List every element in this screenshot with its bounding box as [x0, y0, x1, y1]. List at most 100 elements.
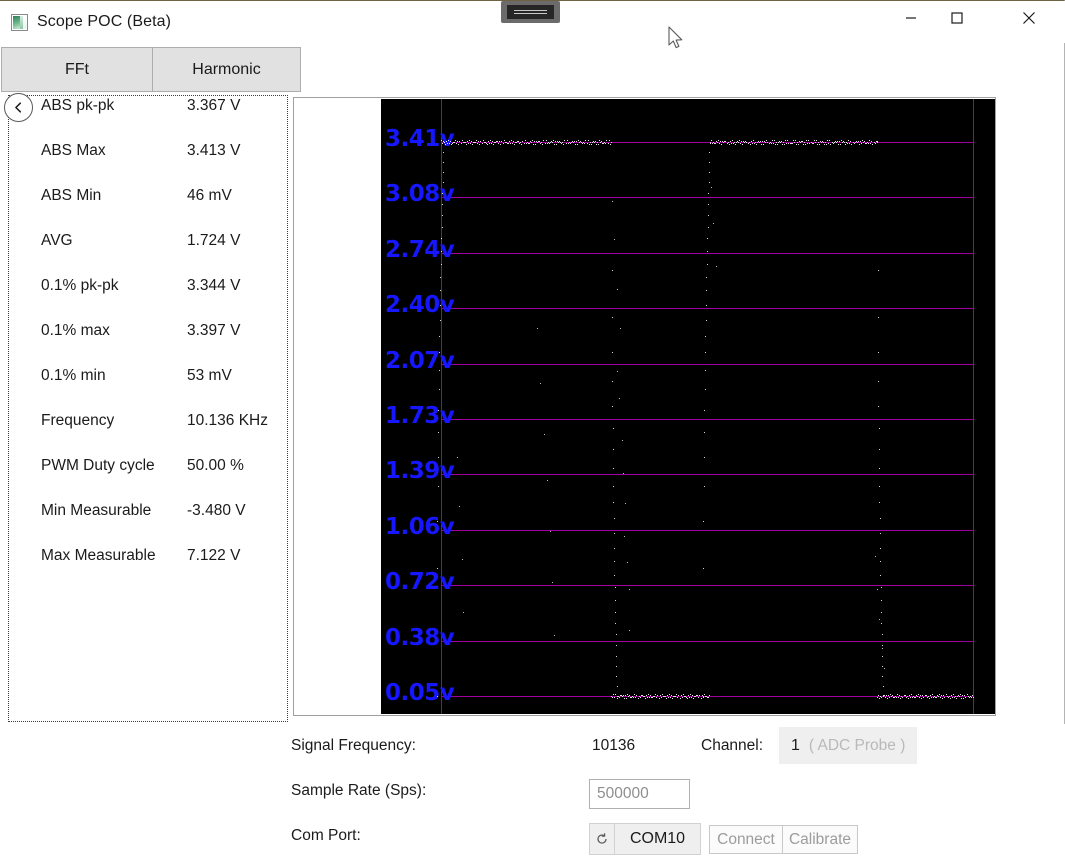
chart-sample-point	[720, 141, 722, 143]
chart-sample-point	[634, 694, 636, 695]
window-title: Scope POC (Beta)	[37, 13, 172, 30]
chart-sample-point	[514, 144, 515, 146]
chart-sample-point	[677, 696, 679, 698]
chart-sample-point	[697, 694, 699, 696]
chart-sample-point	[468, 139, 470, 141]
oscilloscope-canvas[interactable]: 3.41v 3.08v 2.74v 2.40v 2.07v 1.73v 1.39v 1.06v…	[381, 99, 995, 714]
chart-sample-point	[735, 142, 737, 144]
measurement-label: AVG	[41, 232, 73, 249]
com-port-select[interactable]: COM10	[615, 823, 701, 855]
chart-sample-point	[621, 440, 623, 442]
tab-fft[interactable]: FFt	[1, 47, 153, 92]
chart-sample-point	[813, 140, 815, 142]
chart-sample-point	[578, 140, 580, 142]
chart-sample-point	[732, 143, 734, 144]
chart-sample-point	[447, 139, 449, 141]
chart-sample-point	[704, 409, 706, 411]
chart-sample-point	[804, 141, 806, 143]
chart-sample-point	[707, 250, 708, 252]
chart-sample-point	[749, 143, 751, 145]
chart-sample-point	[874, 555, 876, 557]
chart-sample-point	[497, 140, 499, 142]
chart-sample-point	[803, 143, 805, 145]
chart-sample-point	[802, 141, 804, 143]
chart-sample-point	[784, 144, 786, 145]
chart-sample-point	[619, 328, 621, 330]
chart-sample-point	[718, 139, 720, 141]
chart-sample-point	[879, 533, 881, 535]
chart-sample-point	[501, 140, 503, 142]
chart-sample-point	[480, 141, 482, 143]
table-row: AVG 1.724 V	[41, 232, 289, 277]
chart-ytick-label: 2.74v	[385, 236, 455, 263]
chart-sample-point	[707, 226, 709, 228]
chart-sample-point	[454, 142, 456, 144]
chart-sample-point	[760, 140, 762, 142]
chart-sample-point	[792, 140, 794, 142]
back-button[interactable]	[4, 93, 33, 122]
chart-sample-point	[826, 143, 828, 145]
chart-sample-point	[728, 144, 730, 145]
chart-sample-point	[909, 697, 911, 698]
chart-sample-point	[650, 694, 652, 696]
chart-sample-point	[870, 142, 872, 144]
chart-sample-point	[880, 547, 881, 549]
chart-sample-point	[611, 269, 613, 271]
chart-sample-point	[442, 192, 444, 194]
chart-sample-point	[911, 696, 913, 698]
chart-sample-point	[679, 698, 681, 700]
chart-sample-point	[657, 694, 659, 696]
tab-harmonic[interactable]: Harmonic	[152, 47, 301, 92]
com-port-row: Com Port:	[291, 827, 361, 845]
connect-button[interactable]: Connect	[709, 825, 783, 854]
close-icon	[1023, 12, 1035, 24]
chart-sample-point	[859, 141, 861, 143]
chart-sample-point	[703, 486, 705, 488]
chart-sample-point	[878, 405, 880, 407]
chart-sample-point	[699, 695, 701, 697]
chart-sample-point	[443, 151, 445, 153]
calibrate-button[interactable]: Calibrate	[782, 825, 858, 854]
table-row: Frequency 10.136 KHz	[41, 412, 289, 457]
sample-rate-input[interactable]: 500000	[589, 779, 690, 809]
chart-sample-point	[915, 696, 916, 698]
chart-sample-point	[622, 695, 624, 697]
measurement-label: 0.1% max	[41, 322, 110, 339]
channel-input[interactable]: 1 ( ADC Probe )	[779, 727, 917, 764]
chart-sample-point	[791, 142, 793, 144]
maximize-button[interactable]	[934, 1, 980, 35]
chart-sample-point	[954, 695, 956, 697]
chart-sample-point	[856, 142, 858, 144]
chart-sample-point	[577, 144, 578, 146]
com-refresh-button[interactable]	[589, 823, 615, 855]
chart-sample-point	[613, 485, 615, 487]
chart-sample-point	[443, 161, 445, 163]
chart-sample-point	[676, 694, 678, 696]
chart-sample-point	[566, 139, 568, 141]
chart-sample-point	[615, 634, 617, 636]
chart-sample-point	[544, 142, 546, 144]
chart-sample-point	[536, 328, 538, 330]
chart-sample-point	[498, 142, 500, 144]
chart-sample-point	[881, 645, 883, 647]
chart-sample-point	[885, 695, 887, 697]
chart-sample-point	[762, 141, 764, 143]
chart-sample-point	[439, 304, 441, 306]
minimize-button[interactable]	[888, 1, 934, 35]
chart-ytick-label: 3.08v	[385, 181, 455, 208]
chart-sample-point	[637, 698, 639, 700]
chart-sample-point	[459, 506, 461, 508]
measurement-label: Max Measurable	[41, 547, 156, 564]
chart-sample-point	[706, 276, 708, 278]
chart-sample-point	[441, 250, 442, 252]
chart-sample-point	[783, 141, 785, 143]
chart-sample-point	[899, 694, 901, 696]
chart-sample-point	[549, 531, 551, 533]
chart-sample-point	[877, 351, 879, 353]
chart-sample-point	[633, 696, 635, 698]
chart-sample-point	[503, 139, 505, 141]
close-button[interactable]	[1006, 1, 1052, 35]
chart-sample-point	[785, 140, 787, 142]
chart-sample-point	[763, 144, 765, 146]
chart-sample-point	[964, 694, 966, 696]
